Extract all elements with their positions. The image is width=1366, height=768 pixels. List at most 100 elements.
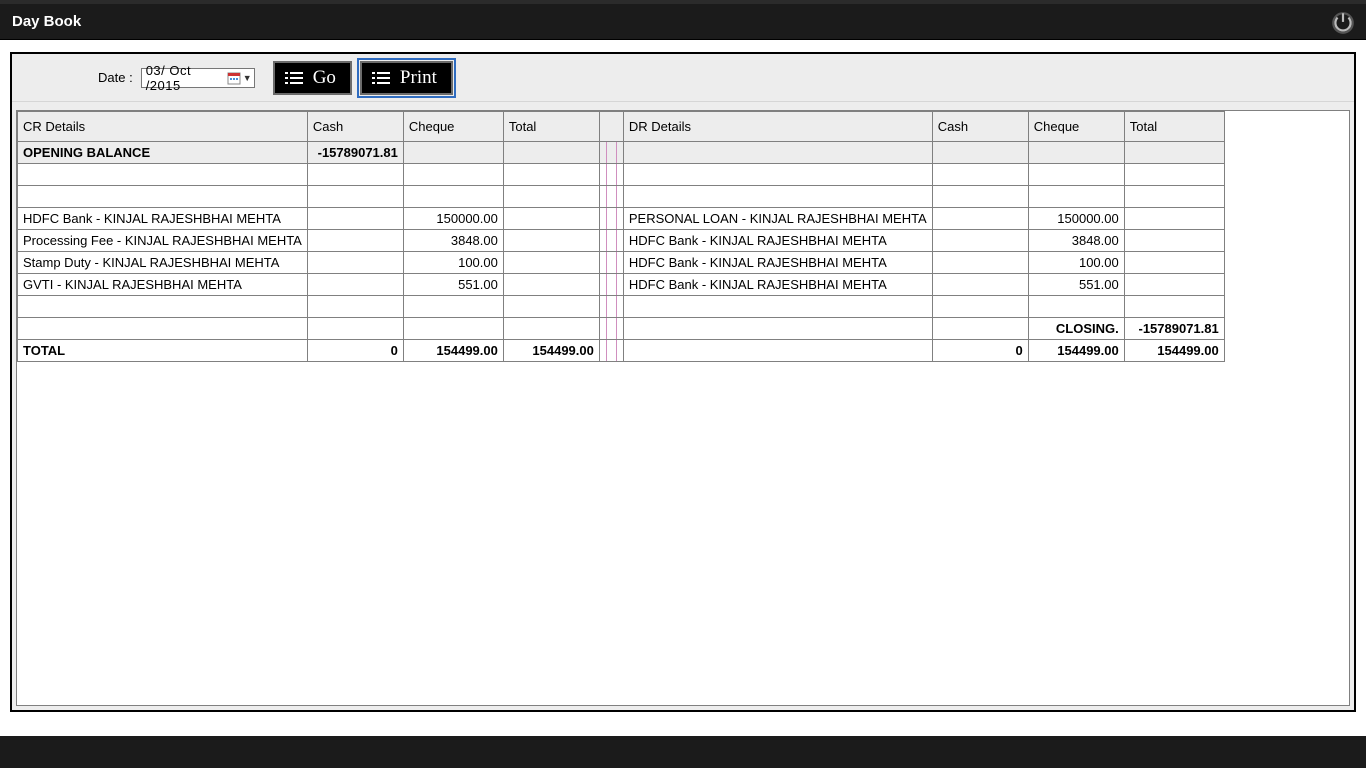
- cell: [18, 296, 308, 318]
- cell: [623, 186, 932, 208]
- cell: [623, 164, 932, 186]
- cell: [307, 274, 403, 296]
- window-title: Day Book: [12, 13, 81, 30]
- go-label: Go: [313, 67, 336, 89]
- cell: [1124, 230, 1224, 252]
- print-button[interactable]: Print: [360, 61, 453, 95]
- cell: [18, 318, 308, 340]
- table-row[interactable]: GVTI - KINJAL RAJESHBHAI MEHTA 551.00 HDFC…: [18, 274, 1225, 296]
- cell: CLOSING.: [1028, 318, 1124, 340]
- table-row[interactable]: [18, 296, 1225, 318]
- cell: [503, 252, 599, 274]
- cell: HDFC Bank - KINJAL RAJESHBHAI MEHTA: [623, 274, 932, 296]
- cell: -15789071.81: [307, 142, 403, 164]
- cell: [403, 186, 503, 208]
- go-button[interactable]: Go: [273, 61, 352, 95]
- cell: HDFC Bank - KINJAL RAJESHBHAI MEHTA: [18, 208, 308, 230]
- date-value: 03/ Oct /2015: [144, 63, 227, 93]
- print-label: Print: [400, 67, 437, 89]
- cell: [1124, 252, 1224, 274]
- cell: [307, 318, 403, 340]
- table-row[interactable]: CLOSING.-15789071.81: [18, 318, 1225, 340]
- chevron-down-icon: ▼: [243, 73, 252, 83]
- col-cheque-left[interactable]: Cheque: [403, 112, 503, 142]
- spacer-cell: [599, 208, 623, 230]
- cell: [623, 340, 932, 362]
- cell: [503, 274, 599, 296]
- cell: [503, 142, 599, 164]
- cell: 150000.00: [403, 208, 503, 230]
- cell: 154499.00: [1028, 340, 1124, 362]
- cell: [932, 230, 1028, 252]
- cell: 551.00: [1028, 274, 1124, 296]
- cell: [503, 318, 599, 340]
- cell: 3848.00: [1028, 230, 1124, 252]
- list-icon: [285, 71, 303, 85]
- cell: [932, 164, 1028, 186]
- content-area: Date : 03/ Oct /2015 ▼ Go Print: [0, 40, 1366, 730]
- cell: 100.00: [403, 252, 503, 274]
- cell: [503, 186, 599, 208]
- cell: [403, 142, 503, 164]
- cell: [403, 164, 503, 186]
- cell: Processing Fee - KINJAL RAJESHBHAI MEHTA: [18, 230, 308, 252]
- col-cash-right[interactable]: Cash: [932, 112, 1028, 142]
- cell: [623, 318, 932, 340]
- cell: [18, 186, 308, 208]
- cell: 154499.00: [503, 340, 599, 362]
- col-cheque-right[interactable]: Cheque: [1028, 112, 1124, 142]
- cell: 3848.00: [403, 230, 503, 252]
- cell: GVTI - KINJAL RAJESHBHAI MEHTA: [18, 274, 308, 296]
- cell: 154499.00: [1124, 340, 1224, 362]
- cell: [1028, 186, 1124, 208]
- cell: [307, 252, 403, 274]
- spacer-cell: [599, 186, 623, 208]
- list-icon: [372, 71, 390, 85]
- cell: [307, 296, 403, 318]
- cell: HDFC Bank - KINJAL RAJESHBHAI MEHTA: [623, 230, 932, 252]
- date-picker[interactable]: 03/ Oct /2015 ▼: [141, 68, 255, 88]
- col-dr-details[interactable]: DR Details: [623, 112, 932, 142]
- spacer-cell: [599, 252, 623, 274]
- col-cash-left[interactable]: Cash: [307, 112, 403, 142]
- cell: TOTAL: [18, 340, 308, 362]
- cell: [623, 142, 932, 164]
- cell: [307, 208, 403, 230]
- cell: [18, 164, 308, 186]
- cell: [932, 208, 1028, 230]
- cell: OPENING BALANCE: [18, 142, 308, 164]
- col-total-right[interactable]: Total: [1124, 112, 1224, 142]
- col-total-left[interactable]: Total: [503, 112, 599, 142]
- calendar-icon: [227, 71, 241, 85]
- cell: 150000.00: [1028, 208, 1124, 230]
- cell: [503, 208, 599, 230]
- cell: 154499.00: [403, 340, 503, 362]
- cell: [932, 142, 1028, 164]
- table-row[interactable]: Stamp Duty - KINJAL RAJESHBHAI MEHTA100.…: [18, 252, 1225, 274]
- header-row: CR Details Cash Cheque Total DR Details …: [18, 112, 1225, 142]
- table-row[interactable]: [18, 164, 1225, 186]
- cell: [503, 230, 599, 252]
- table-row[interactable]: OPENING BALANCE-15789071.81: [18, 142, 1225, 164]
- cell: [1028, 142, 1124, 164]
- cell: [1124, 164, 1224, 186]
- spacer-cell: [599, 142, 623, 164]
- cell: [623, 296, 932, 318]
- cell: [1124, 208, 1224, 230]
- col-cr-details[interactable]: CR Details: [18, 112, 308, 142]
- table-row[interactable]: TOTAL0154499.00154499.000154499.00154499…: [18, 340, 1225, 362]
- cell: [503, 164, 599, 186]
- daybook-grid: CR Details Cash Cheque Total DR Details …: [17, 111, 1225, 362]
- spacer-cell: [599, 230, 623, 252]
- toolbar: Date : 03/ Oct /2015 ▼ Go Print: [12, 54, 1354, 102]
- table-row[interactable]: [18, 186, 1225, 208]
- cell: [1124, 274, 1224, 296]
- power-icon[interactable]: [1330, 10, 1356, 36]
- cell: [932, 296, 1028, 318]
- cell: 551.00: [403, 274, 503, 296]
- cell: [1124, 142, 1224, 164]
- table-row[interactable]: HDFC Bank - KINJAL RAJESHBHAI MEHTA 15000…: [18, 208, 1225, 230]
- cell: [1124, 296, 1224, 318]
- cell: [932, 186, 1028, 208]
- table-row[interactable]: Processing Fee - KINJAL RAJESHBHAI MEHTA…: [18, 230, 1225, 252]
